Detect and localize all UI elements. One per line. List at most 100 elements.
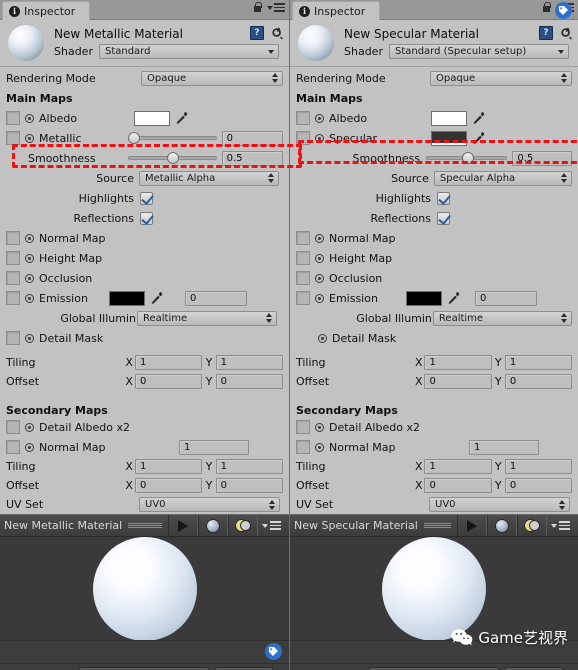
albedo-texture-slot[interactable] <box>296 111 310 125</box>
highlights-checkbox[interactable] <box>437 191 450 205</box>
normal-map-radio-icon[interactable] <box>315 233 324 243</box>
eyedropper-icon[interactable] <box>149 291 163 306</box>
offset-x-field[interactable]: 0 <box>134 374 203 389</box>
gear-icon[interactable] <box>270 26 284 40</box>
eyedropper-icon[interactable] <box>471 111 485 126</box>
shader-dropdown[interactable]: Standard <box>98 44 279 59</box>
shader-dropdown[interactable]: Standard (Specular setup) <box>388 44 569 59</box>
metallic-value-field[interactable]: 0 <box>221 130 283 146</box>
play-button[interactable] <box>168 515 198 536</box>
preview-resize-grip[interactable] <box>423 522 451 529</box>
detail-mask-radio-icon[interactable] <box>25 333 34 343</box>
lighting-toggle-button[interactable] <box>517 515 547 536</box>
detail-albedo-texture-slot[interactable] <box>6 420 20 434</box>
height-map-radio-icon[interactable] <box>25 253 34 263</box>
lock-icon[interactable] <box>253 2 262 13</box>
material-preview-viewport-right[interactable] <box>290 536 578 640</box>
hamburger-menu-icon[interactable] <box>267 3 285 12</box>
sphere-preview-button[interactable] <box>198 515 228 536</box>
smoothness-slider-knob[interactable] <box>166 152 179 164</box>
offset-x-field[interactable]: 0 <box>424 374 492 389</box>
metallic-slider[interactable] <box>127 131 217 146</box>
help-book-icon[interactable]: ? <box>250 26 264 40</box>
sec-tiling-x-field[interactable]: 1 <box>424 459 492 474</box>
preview-menu-icon[interactable] <box>547 521 574 530</box>
smoothness-slider-knob[interactable] <box>461 152 474 164</box>
emission-color-swatch[interactable] <box>109 290 145 306</box>
emission-radio-icon[interactable] <box>25 293 34 303</box>
smoothness-value-field[interactable]: 0.5 <box>512 150 572 166</box>
uv-set-dropdown[interactable]: UV0 <box>429 497 570 512</box>
smoothness-value-field[interactable]: 0.5 <box>221 150 283 166</box>
preview-menu-icon[interactable] <box>258 521 285 530</box>
height-map-radio-icon[interactable] <box>315 253 324 263</box>
tiling-y-field[interactable]: 1 <box>215 355 283 370</box>
sec-tiling-y-field[interactable]: 1 <box>215 459 283 474</box>
emission-value-field[interactable]: 0 <box>185 290 247 306</box>
detail-albedo-radio-icon[interactable] <box>25 422 34 432</box>
source-dropdown[interactable]: Specular Alpha <box>433 170 572 186</box>
sec-normal-map-radio-icon[interactable] <box>315 442 324 452</box>
sec-normal-map-value-field[interactable]: 1 <box>469 439 539 455</box>
play-button[interactable] <box>457 515 487 536</box>
tiling-y-field[interactable]: 1 <box>504 355 572 370</box>
specular-radio-icon[interactable] <box>315 133 324 143</box>
tab-inspector[interactable]: i Inspector <box>2 1 91 20</box>
rendering-mode-dropdown[interactable]: Opaque <box>430 70 572 86</box>
uv-set-dropdown[interactable]: UV0 <box>139 497 280 512</box>
tag-badge-icon[interactable] <box>555 2 572 19</box>
specular-color-swatch[interactable] <box>431 130 467 146</box>
emission-radio-icon[interactable] <box>315 293 324 303</box>
lock-icon[interactable] <box>542 2 551 13</box>
sec-normal-map-texture-slot[interactable] <box>6 440 20 454</box>
sec-normal-map-value-field[interactable]: 1 <box>179 439 249 455</box>
metallic-slider-knob[interactable] <box>127 132 140 144</box>
occlusion-texture-slot[interactable] <box>296 271 310 285</box>
metallic-texture-slot[interactable] <box>6 131 20 145</box>
detail-mask-radio-icon[interactable] <box>318 333 327 343</box>
emission-texture-slot[interactable] <box>296 291 310 305</box>
sec-tiling-x-field[interactable]: 1 <box>134 459 203 474</box>
global-illum-dropdown[interactable]: Realtime <box>432 310 572 326</box>
offset-y-field[interactable]: 0 <box>215 374 283 389</box>
detail-mask-texture-slot[interactable] <box>6 331 20 345</box>
sec-tiling-y-field[interactable]: 1 <box>504 459 572 474</box>
emission-value-field[interactable]: 0 <box>475 290 537 306</box>
sec-offset-y-field[interactable]: 0 <box>215 478 283 493</box>
highlights-checkbox[interactable] <box>140 191 153 205</box>
sphere-preview-button[interactable] <box>487 515 517 536</box>
rendering-mode-dropdown[interactable]: Opaque <box>141 70 283 86</box>
global-illum-dropdown[interactable]: Realtime <box>137 310 277 326</box>
albedo-radio-icon[interactable] <box>25 113 34 123</box>
normal-map-radio-icon[interactable] <box>25 233 34 243</box>
preview-resize-grip[interactable] <box>128 522 162 529</box>
tiling-x-field[interactable]: 1 <box>134 355 203 370</box>
albedo-radio-icon[interactable] <box>315 113 324 123</box>
sec-offset-x-field[interactable]: 0 <box>424 478 492 493</box>
normal-map-texture-slot[interactable] <box>6 231 20 245</box>
sec-offset-y-field[interactable]: 0 <box>504 478 572 493</box>
emission-color-swatch[interactable] <box>406 290 442 306</box>
albedo-color-swatch[interactable] <box>134 110 170 126</box>
detail-albedo-radio-icon[interactable] <box>315 422 324 432</box>
sec-normal-map-texture-slot[interactable] <box>296 440 310 454</box>
normal-map-texture-slot[interactable] <box>296 231 310 245</box>
tiling-x-field[interactable]: 1 <box>424 355 492 370</box>
specular-texture-slot[interactable] <box>296 131 310 145</box>
emission-texture-slot[interactable] <box>6 291 20 305</box>
occlusion-texture-slot[interactable] <box>6 271 20 285</box>
eyedropper-icon[interactable] <box>446 291 460 306</box>
eyedropper-icon[interactable] <box>174 111 188 126</box>
material-preview-viewport-left[interactable] <box>0 536 289 640</box>
reflections-checkbox[interactable] <box>140 211 153 225</box>
occlusion-radio-icon[interactable] <box>25 273 34 283</box>
eyedropper-icon[interactable] <box>471 131 485 146</box>
height-map-texture-slot[interactable] <box>296 251 310 265</box>
sec-normal-map-radio-icon[interactable] <box>25 442 34 452</box>
reflections-checkbox[interactable] <box>437 211 450 225</box>
source-dropdown[interactable]: Metallic Alpha <box>139 170 279 186</box>
occlusion-radio-icon[interactable] <box>315 273 324 283</box>
offset-y-field[interactable]: 0 <box>504 374 572 389</box>
tag-badge-icon[interactable] <box>265 643 282 660</box>
height-map-texture-slot[interactable] <box>6 251 20 265</box>
